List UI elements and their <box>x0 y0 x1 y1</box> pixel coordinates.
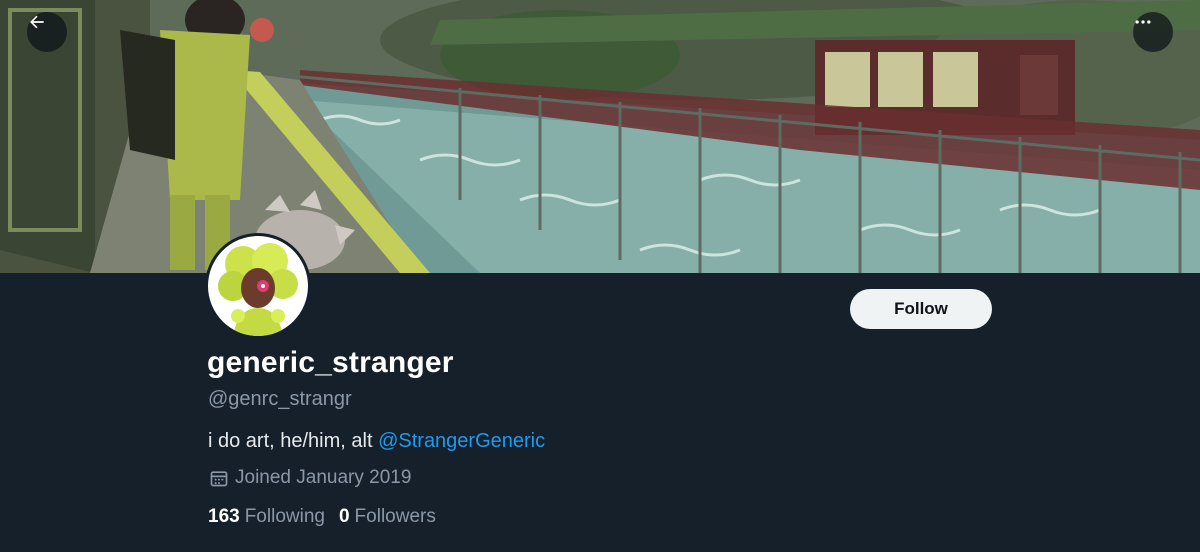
following-link[interactable]: 163 Following <box>208 506 325 528</box>
calendar-icon <box>209 468 229 488</box>
avatar-artwork <box>208 236 308 336</box>
follow-stats: 163 Following 0 Followers <box>208 506 450 528</box>
followers-link[interactable]: 0 Followers <box>339 506 436 528</box>
follow-button[interactable]: Follow <box>850 289 992 329</box>
joined-text: Joined January 2019 <box>235 467 412 488</box>
followers-count: 0 <box>338 506 350 527</box>
arrow-left-icon <box>30 15 44 29</box>
profile-banner-image[interactable] <box>0 0 1200 273</box>
profile-avatar[interactable] <box>205 233 311 339</box>
followers-label: Followers <box>354 506 436 527</box>
following-count: 163 <box>208 506 240 527</box>
bio-text: i do art, he/him, alt <box>208 430 379 452</box>
following-label: Following <box>244 506 325 527</box>
back-button[interactable] <box>27 12 67 52</box>
banner-artwork <box>0 0 1200 273</box>
more-options-button[interactable] <box>1133 12 1173 52</box>
display-name: generic_stranger <box>207 346 454 379</box>
joined-date: Joined January 2019 <box>209 467 411 489</box>
more-horizontal-icon <box>1135 20 1151 24</box>
user-handle: @genrc_strangr <box>208 388 352 410</box>
bio-mention-link[interactable]: @StrangerGeneric <box>378 430 545 452</box>
profile-bio: i do art, he/him, alt @StrangerGeneric <box>208 430 545 453</box>
